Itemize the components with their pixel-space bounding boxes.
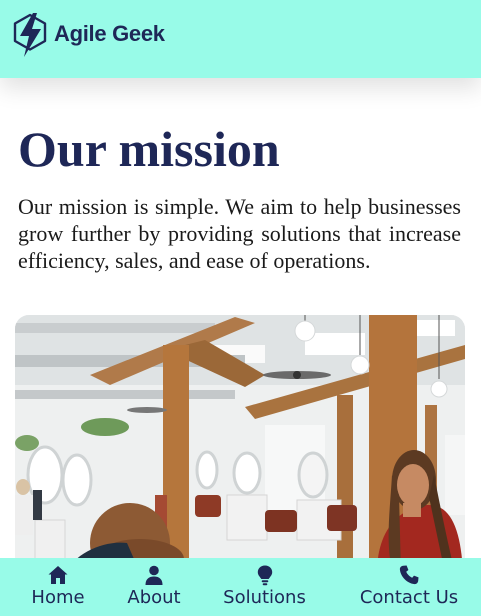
phone-icon	[399, 565, 419, 585]
lightning-bolt-icon	[13, 13, 47, 57]
nav-about-label: About	[127, 587, 181, 608]
nav-solutions[interactable]: Solutions	[192, 558, 337, 616]
nav-contact-label: Contact Us	[359, 587, 459, 608]
mission-section: Our mission Our mission is simple. We ai…	[18, 118, 461, 274]
nav-solutions-label: Solutions	[223, 587, 306, 608]
lightbulb-icon	[257, 565, 272, 586]
nav-contact[interactable]: Contact Us	[337, 558, 481, 616]
bottom-navigation: Home About Solutions Contact Us	[0, 558, 481, 616]
page-title: Our mission	[18, 121, 280, 177]
header: Agile Geek	[0, 0, 481, 78]
nav-home-label: Home	[31, 587, 85, 608]
salon-interior-photo	[15, 315, 465, 575]
mission-description: Our mission is simple. We aim to help bu…	[18, 194, 461, 273]
home-icon	[48, 566, 68, 584]
nav-about[interactable]: About	[116, 558, 192, 616]
nav-home[interactable]: Home	[0, 558, 116, 616]
brand-name: Agile Geek	[54, 21, 165, 46]
user-icon	[145, 565, 163, 585]
brand-logo[interactable]: Agile Geek	[12, 12, 165, 58]
